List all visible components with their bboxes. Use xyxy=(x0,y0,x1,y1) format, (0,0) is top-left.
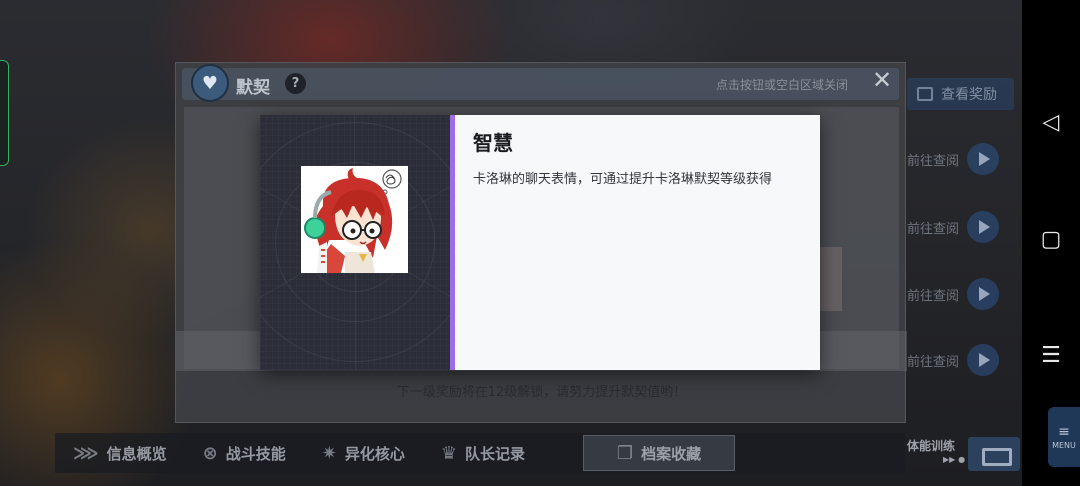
play-icon xyxy=(967,344,1000,376)
stamina-label: 体能训练 xyxy=(907,439,956,453)
tab-captain-records[interactable]: ♛ 队长记录 xyxy=(423,435,543,471)
close-icon[interactable]: ✕ xyxy=(870,68,894,92)
tab-label: 战斗技能 xyxy=(225,444,286,463)
back-icon[interactable]: ◁ xyxy=(1037,108,1065,136)
panel-title: 默契 xyxy=(236,78,270,98)
tab-info-overview[interactable]: ⋙ 信息概览 xyxy=(55,435,185,471)
panel-footer: 下一级奖励将在12级解锁，请努力提升默契值哟！ xyxy=(396,385,687,400)
goto-label: 前往查阅 xyxy=(907,288,960,304)
goto-label: 前往查阅 xyxy=(907,153,960,169)
goto-button[interactable]: 前往查阅 xyxy=(907,340,1007,380)
tab-label: 异化核心 xyxy=(344,444,405,463)
left-edge-tab[interactable] xyxy=(0,60,9,166)
tab-archive-collection[interactable]: ❐ 档案收藏 xyxy=(583,435,735,471)
tab-label: 队长记录 xyxy=(464,444,525,463)
view-rewards-button[interactable]: 查看奖励 xyxy=(907,78,1014,110)
stamina-training: 体能训练 ▶▶ ● xyxy=(907,439,965,467)
recents-icon[interactable]: ☰ xyxy=(1037,341,1065,369)
close-hint: 点击按钮或空白区域关闭 xyxy=(716,78,849,92)
item-preview-area xyxy=(260,115,450,370)
home-icon[interactable]: ▢ xyxy=(1037,225,1065,253)
overview-icon: ⋙ xyxy=(73,442,99,464)
heart-icon: ♥ xyxy=(191,64,229,102)
archive-icon: ❐ xyxy=(616,442,634,464)
gift-icon xyxy=(917,87,933,101)
crown-icon: ♛ xyxy=(440,442,457,464)
menu-icon: ≡ xyxy=(1058,424,1070,440)
play-icon xyxy=(967,143,1000,175)
play-icon xyxy=(967,278,1000,310)
view-rewards-label: 查看奖励 xyxy=(941,87,997,103)
item-description: 卡洛琳的聊天表情，可通过提升卡洛琳默契等级获得 xyxy=(473,172,773,187)
goto-label: 前往查阅 xyxy=(907,354,960,370)
skill-icon: ⊗ xyxy=(202,442,218,464)
bottom-nav: ⋙ 信息概览 ⊗ 战斗技能 ✷ 异化核心 ♛ 队长记录 ❐ 档案收藏 xyxy=(55,433,905,473)
stamina-sub: ▶▶ ● xyxy=(943,455,966,464)
item-name: 智慧 xyxy=(473,131,513,155)
menu-label: MENU xyxy=(1052,441,1076,450)
goto-button[interactable]: 前往查阅 xyxy=(907,207,1007,247)
item-info-area: 智慧 卡洛琳的聊天表情，可通过提升卡洛琳默契等级获得 xyxy=(455,115,820,370)
goto-button[interactable]: 前往查阅 xyxy=(907,139,1007,179)
tab-combat-skills[interactable]: ⊗ 战斗技能 xyxy=(185,435,304,471)
menu-button[interactable]: ≡ MENU xyxy=(1048,407,1080,467)
item-detail-dialog: 智慧 卡洛琳的聊天表情，可通过提升卡洛琳默契等级获得 xyxy=(260,115,820,370)
tab-label: 档案收藏 xyxy=(641,444,702,463)
chat-emote-image xyxy=(301,166,408,273)
help-button[interactable]: ? xyxy=(285,73,306,94)
goto-button[interactable]: 前往查阅 xyxy=(907,274,1007,314)
tab-alien-core[interactable]: ✷ 异化核心 xyxy=(304,435,423,471)
goto-label: 前往查阅 xyxy=(907,221,960,237)
stamina-training-button[interactable] xyxy=(968,437,1020,471)
tab-label: 信息概览 xyxy=(106,444,167,463)
core-icon: ✷ xyxy=(321,442,337,464)
play-icon xyxy=(967,211,1000,243)
